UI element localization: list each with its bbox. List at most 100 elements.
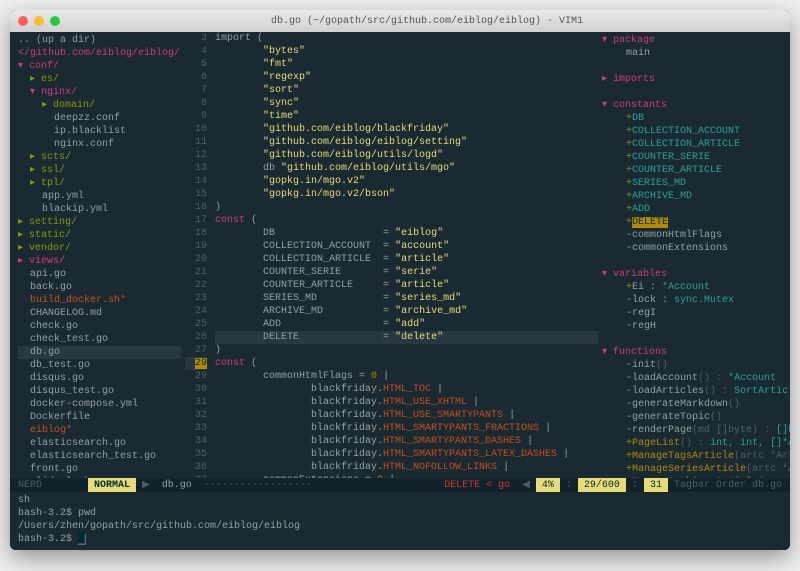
tagbar-item[interactable]: -lock : sync.Mutex <box>602 294 786 307</box>
nerdtree-item[interactable]: check_test.go <box>18 333 181 346</box>
nerdtree-item[interactable]: ▸ vendor/ <box>18 242 181 255</box>
nerdtree-item[interactable]: disqus.go <box>18 372 181 385</box>
nerdtree-up[interactable]: .. (up a dir) <box>18 34 181 47</box>
code-line[interactable]: blackfriday.HTML_SMARTYPANTS_LATEX_DASHE… <box>215 448 598 461</box>
tagbar-item[interactable]: -loadArticles() : SortArticles <box>602 385 786 398</box>
code-line[interactable]: blackfriday.HTML_USE_XHTML | <box>215 396 598 409</box>
nerdtree-item[interactable]: ▸ setting/ <box>18 216 181 229</box>
tagbar-item[interactable]: +COLLECTION_ARTICLE <box>602 138 786 151</box>
code-line[interactable]: blackfriday.HTML_NOFOLLOW_LINKS | <box>215 461 598 474</box>
terminal-pane[interactable]: sh bash-3.2$ pwd /Users/zhen/gopath/src/… <box>10 492 790 550</box>
zoom-icon[interactable] <box>50 16 60 26</box>
minimize-icon[interactable] <box>34 16 44 26</box>
code-line[interactable]: blackfriday.HTML_TOC | <box>215 383 598 396</box>
nerdtree-item[interactable]: disqus_test.go <box>18 385 181 398</box>
nerdtree-pane[interactable]: .. (up a dir)</github.com/eiblog/eiblog/… <box>10 32 185 478</box>
tagbar-section[interactable]: ▾ functions <box>602 346 786 359</box>
tagbar-item[interactable]: +SERIES_MD <box>602 177 786 190</box>
nerdtree-item[interactable]: eiblog* <box>18 424 181 437</box>
code-line[interactable]: blackfriday.HTML_SMARTYPANTS_FRACTIONS | <box>215 422 598 435</box>
nerdtree-item[interactable]: back.go <box>18 281 181 294</box>
nerdtree-root[interactable]: </github.com/eiblog/eiblog/ <box>18 47 181 60</box>
tagbar-item[interactable]: -loadAccount() : *Account <box>602 372 786 385</box>
nerdtree-item[interactable]: ip.blacklist <box>18 125 181 138</box>
code-line[interactable]: "github.com/eiblog/utils/logd" <box>215 149 598 162</box>
nerdtree-item[interactable]: db_test.go <box>18 359 181 372</box>
tagbar-section[interactable]: ▾ variables <box>602 268 786 281</box>
code-line[interactable]: ARCHIVE_MD = "archive_md" <box>215 305 598 318</box>
nerdtree-item[interactable]: ▾ conf/ <box>18 60 181 73</box>
code-line[interactable]: blackfriday.HTML_SMARTYPANTS_DASHES | <box>215 435 598 448</box>
tagbar-item[interactable]: -commonExtensions <box>602 242 786 255</box>
nerdtree-item[interactable]: build_docker.sh* <box>18 294 181 307</box>
tagbar-item[interactable]: -commonHtmlFlags <box>602 229 786 242</box>
code-line[interactable]: DB = "eiblog" <box>215 227 598 240</box>
nerdtree-item[interactable]: db.go <box>18 346 181 359</box>
tagbar-item[interactable]: -renderPage(md []byte) : []byte <box>602 424 786 437</box>
code-line[interactable]: "sort" <box>215 84 598 97</box>
tagbar-section[interactable]: ▾ constants <box>602 99 786 112</box>
tagbar-item[interactable]: +Ei : *Account <box>602 281 786 294</box>
tagbar-item[interactable]: -regI <box>602 307 786 320</box>
nerdtree-item[interactable]: ▸ es/ <box>18 73 181 86</box>
code-line[interactable]: "fmt" <box>215 58 598 71</box>
code-line[interactable]: "regexp" <box>215 71 598 84</box>
code-line[interactable]: "gopkg.in/mgo.v2/bson" <box>215 188 598 201</box>
nerdtree-item[interactable]: docker-compose.yml <box>18 398 181 411</box>
nerdtree-item[interactable]: front.go <box>18 463 181 476</box>
nerdtree-item[interactable]: nginx.conf <box>18 138 181 151</box>
nerdtree-item[interactable]: check.go <box>18 320 181 333</box>
tagbar-item[interactable]: +COUNTER_SERIE <box>602 151 786 164</box>
nerdtree-item[interactable]: api.go <box>18 268 181 281</box>
close-icon[interactable] <box>18 16 28 26</box>
code-line[interactable]: COLLECTION_ACCOUNT = "account" <box>215 240 598 253</box>
code-line[interactable]: "gopkg.in/mgo.v2" <box>215 175 598 188</box>
code-line[interactable]: "github.com/eiblog/eiblog/setting" <box>215 136 598 149</box>
tagbar-item[interactable]: +DB <box>602 112 786 125</box>
nerdtree-item[interactable]: ▸ static/ <box>18 229 181 242</box>
code-line[interactable]: ) <box>215 201 598 214</box>
code-line[interactable]: "github.com/eiblog/blackfriday" <box>215 123 598 136</box>
tagbar-item[interactable]: +ManageTagsArticle(artc *Article, s a <box>602 450 786 463</box>
nerdtree-item[interactable]: blackip.yml <box>18 203 181 216</box>
code-line[interactable]: "sync" <box>215 97 598 110</box>
nerdtree-item[interactable]: ▾ nginx/ <box>18 86 181 99</box>
code-area[interactable]: import ( "bytes" "fmt" "regexp" "sort" "… <box>211 32 598 478</box>
tagbar-item[interactable]: +COLLECTION_ACCOUNT <box>602 125 786 138</box>
code-line[interactable]: "bytes" <box>215 45 598 58</box>
nerdtree-item[interactable]: ▸ tpl/ <box>18 177 181 190</box>
tagbar-item[interactable]: +PageList() : int, int, []*Ar <box>602 437 786 450</box>
code-line[interactable]: COUNTER_ARTICLE = "article" <box>215 279 598 292</box>
nerdtree-item[interactable]: CHANGELOG.md <box>18 307 181 320</box>
nerdtree-item[interactable]: deepzz.conf <box>18 112 181 125</box>
tagbar-item[interactable]: +DELETE <box>602 216 786 229</box>
code-line[interactable]: blackfriday.HTML_USE_SMARTYPANTS | <box>215 409 598 422</box>
tagbar-section[interactable]: ▾ package <box>602 34 786 47</box>
code-line[interactable]: const ( <box>215 357 598 370</box>
tagbar-pane[interactable]: ▾ package main ▸ imports ▾ constants +DB… <box>598 32 790 478</box>
code-line[interactable]: ) <box>215 344 598 357</box>
code-line[interactable]: db "github.com/eiblog/utils/mgo" <box>215 162 598 175</box>
code-line[interactable]: COLLECTION_ARTICLE = "article" <box>215 253 598 266</box>
code-line[interactable]: DELETE = "delete" <box>215 331 598 344</box>
code-line[interactable]: const ( <box>215 214 598 227</box>
nerdtree-item[interactable]: app.yml <box>18 190 181 203</box>
code-line[interactable]: "time" <box>215 110 598 123</box>
tagbar-item[interactable]: +ARCHIVE_MD <box>602 190 786 203</box>
code-line[interactable]: commonHtmlFlags = 0 | <box>215 370 598 383</box>
vim-editor[interactable]: .. (up a dir)</github.com/eiblog/eiblog/… <box>10 32 790 550</box>
tagbar-item[interactable]: +COUNTER_ARTICLE <box>602 164 786 177</box>
nerdtree-item[interactable]: elasticsearch_test.go <box>18 450 181 463</box>
nerdtree-item[interactable]: ▸ domain/ <box>18 99 181 112</box>
nerdtree-item[interactable]: ▸ ssl/ <box>18 164 181 177</box>
nerdtree-item[interactable]: elasticsearch.go <box>18 437 181 450</box>
tagbar-item[interactable]: -init() <box>602 359 786 372</box>
code-pane[interactable]: 3456789101112131415161718192021222324252… <box>185 32 598 478</box>
tagbar-item[interactable]: +ADD <box>602 203 786 216</box>
code-line[interactable]: import ( <box>215 32 598 45</box>
code-line[interactable]: COUNTER_SERIE = "serie" <box>215 266 598 279</box>
nerdtree-item[interactable]: ▸ views/ <box>18 255 181 268</box>
nerdtree-item[interactable]: ▸ scts/ <box>18 151 181 164</box>
tagbar-item[interactable]: +ManageSeriesArticle(artc *Article, <box>602 463 786 476</box>
nerdtree-item[interactable]: Dockerfile <box>18 411 181 424</box>
